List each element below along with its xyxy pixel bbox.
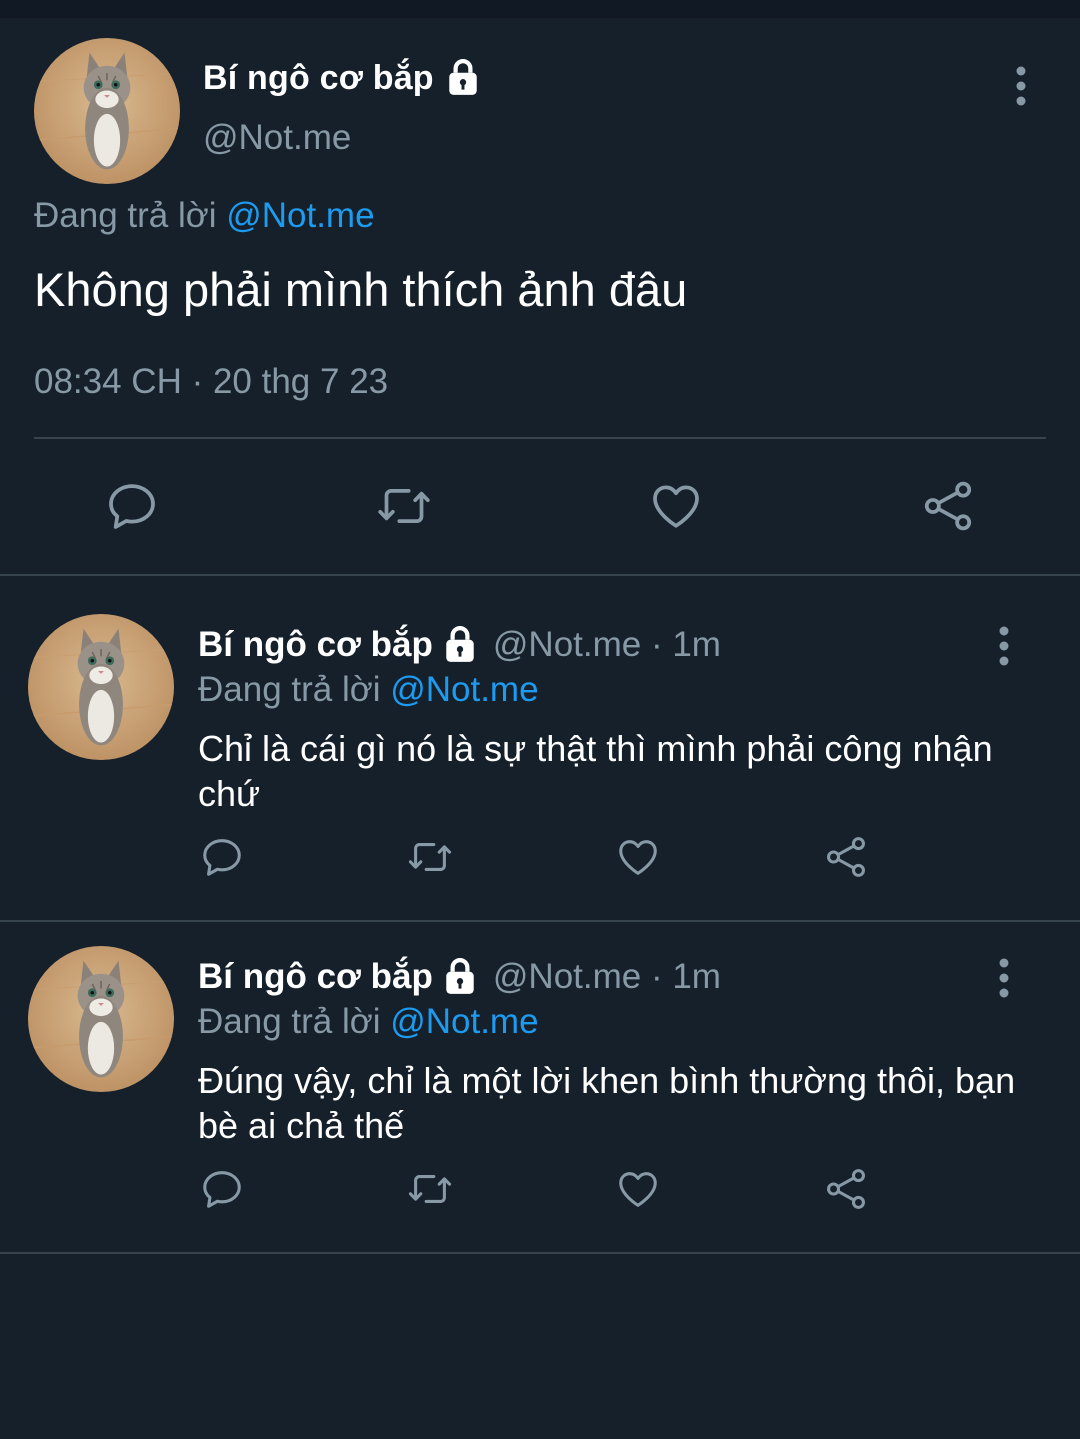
- retweet-icon[interactable]: [376, 478, 432, 534]
- author-name[interactable]: Bí ngô cơ bắp: [198, 957, 433, 997]
- author-name[interactable]: Bí ngô cơ bắp: [198, 625, 433, 665]
- replying-to-mention[interactable]: @Not.me: [390, 670, 538, 709]
- replying-to: Đang trả lời @Not.me: [198, 670, 539, 710]
- reply-icon[interactable]: [199, 834, 245, 880]
- retweet-icon[interactable]: [407, 834, 453, 880]
- author-row: Bí ngô cơ bắp: [203, 54, 482, 102]
- cat-avatar-image: [28, 946, 174, 1092]
- divider: [0, 574, 1080, 576]
- like-icon[interactable]: [615, 834, 661, 880]
- more-options-icon[interactable]: [986, 624, 1022, 668]
- tweet-text: Không phải mình thích ảnh đâu: [34, 263, 688, 316]
- reply-icon[interactable]: [104, 478, 160, 534]
- replying-to-mention[interactable]: @Not.me: [390, 1002, 538, 1041]
- replying-to: Đang trả lời @Not.me: [198, 1002, 539, 1042]
- share-icon[interactable]: [920, 478, 976, 534]
- lock-icon: [444, 59, 482, 97]
- author-row: Bí ngô cơ bắp @Not.me · 1m: [198, 954, 721, 1000]
- more-options-icon[interactable]: [986, 956, 1022, 1000]
- like-icon[interactable]: [615, 1166, 661, 1212]
- replying-to-prefix: Đang trả lời: [198, 1002, 381, 1041]
- replying-to-prefix: Đang trả lời: [198, 670, 381, 709]
- replying-to-mention[interactable]: @Not.me: [226, 196, 374, 235]
- avatar[interactable]: [28, 614, 174, 760]
- replying-to-prefix: Đang trả lời: [34, 196, 217, 235]
- cat-avatar-image: [28, 614, 174, 760]
- reply-icon[interactable]: [199, 1166, 245, 1212]
- author-name[interactable]: Bí ngô cơ bắp: [203, 59, 434, 98]
- lock-icon: [441, 958, 479, 996]
- like-icon[interactable]: [648, 478, 704, 534]
- top-edge: [0, 0, 1080, 18]
- tweet-timestamp[interactable]: 08:34 CH · 20 thg 7 23: [34, 362, 388, 402]
- author-row: Bí ngô cơ bắp @Not.me · 1m: [198, 622, 721, 668]
- author-handle[interactable]: @Not.me: [203, 118, 351, 158]
- retweet-icon[interactable]: [407, 1166, 453, 1212]
- more-options-icon[interactable]: [1003, 64, 1039, 108]
- handle-time[interactable]: @Not.me · 1m: [493, 625, 721, 665]
- divider: [34, 437, 1046, 439]
- handle-time[interactable]: @Not.me · 1m: [493, 957, 721, 997]
- avatar[interactable]: [28, 946, 174, 1092]
- reply-tweet[interactable]: Bí ngô cơ bắp @Not.me · 1m Đang trả lời …: [0, 910, 1080, 1240]
- share-icon[interactable]: [823, 834, 869, 880]
- divider: [0, 1252, 1080, 1254]
- replying-to: Đang trả lời @Not.me: [34, 196, 375, 236]
- share-icon[interactable]: [823, 1166, 869, 1212]
- lock-icon: [441, 626, 479, 664]
- avatar[interactable]: [34, 38, 180, 184]
- tweet-text: Đúng vậy, chỉ là một lời khen bình thườn…: [198, 1060, 1016, 1146]
- cat-avatar-image: [34, 38, 180, 184]
- tweet-text: Chỉ là cái gì nó là sự thật thì mình phả…: [198, 728, 993, 814]
- reply-tweet[interactable]: Bí ngô cơ bắp @Not.me · 1m Đang trả lời …: [0, 578, 1080, 908]
